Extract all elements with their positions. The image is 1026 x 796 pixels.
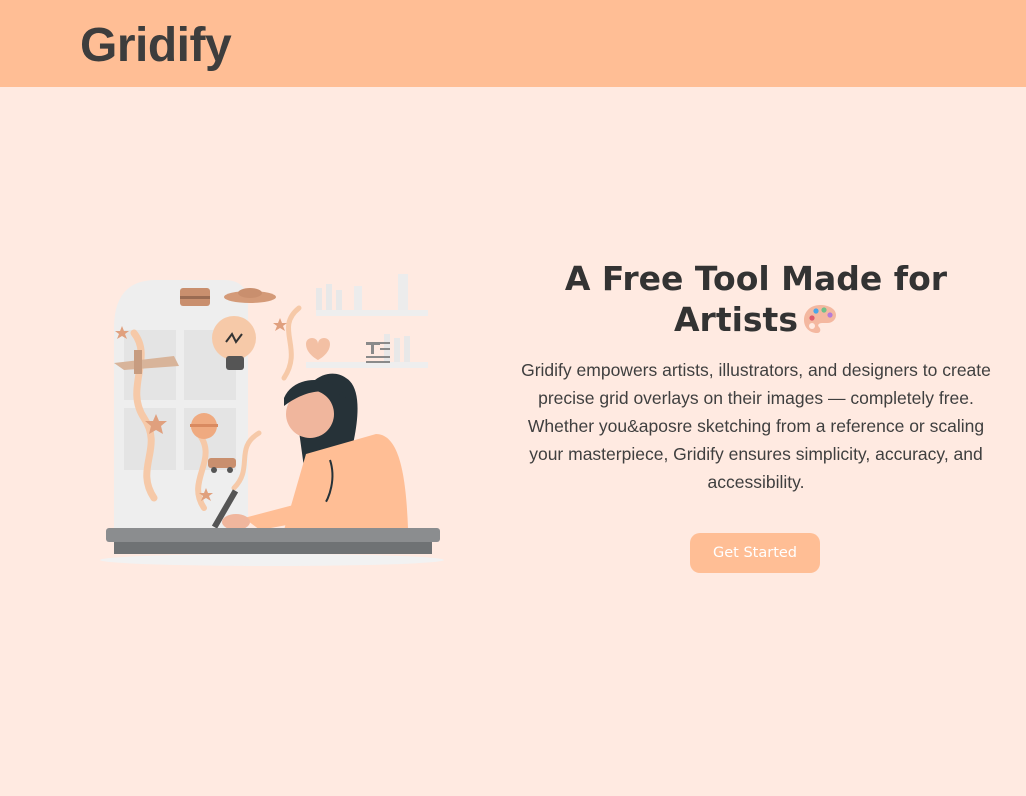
hero-title-text: A Free Tool Made for Artists (564, 259, 948, 339)
top-navbar: Gridify (0, 0, 1026, 87)
hero-description: Gridify empowers artists, illustrators, … (521, 360, 991, 492)
palette-icon (803, 305, 836, 333)
hero-section: A Free Tool Made for Artists Gridify emp… (520, 258, 992, 496)
hero-title: A Free Tool Made for Artists (520, 258, 992, 340)
hero-illustration (84, 238, 460, 570)
brand-logo[interactable]: Gridify (80, 16, 232, 76)
get-started-button[interactable]: Get Started (690, 533, 820, 573)
